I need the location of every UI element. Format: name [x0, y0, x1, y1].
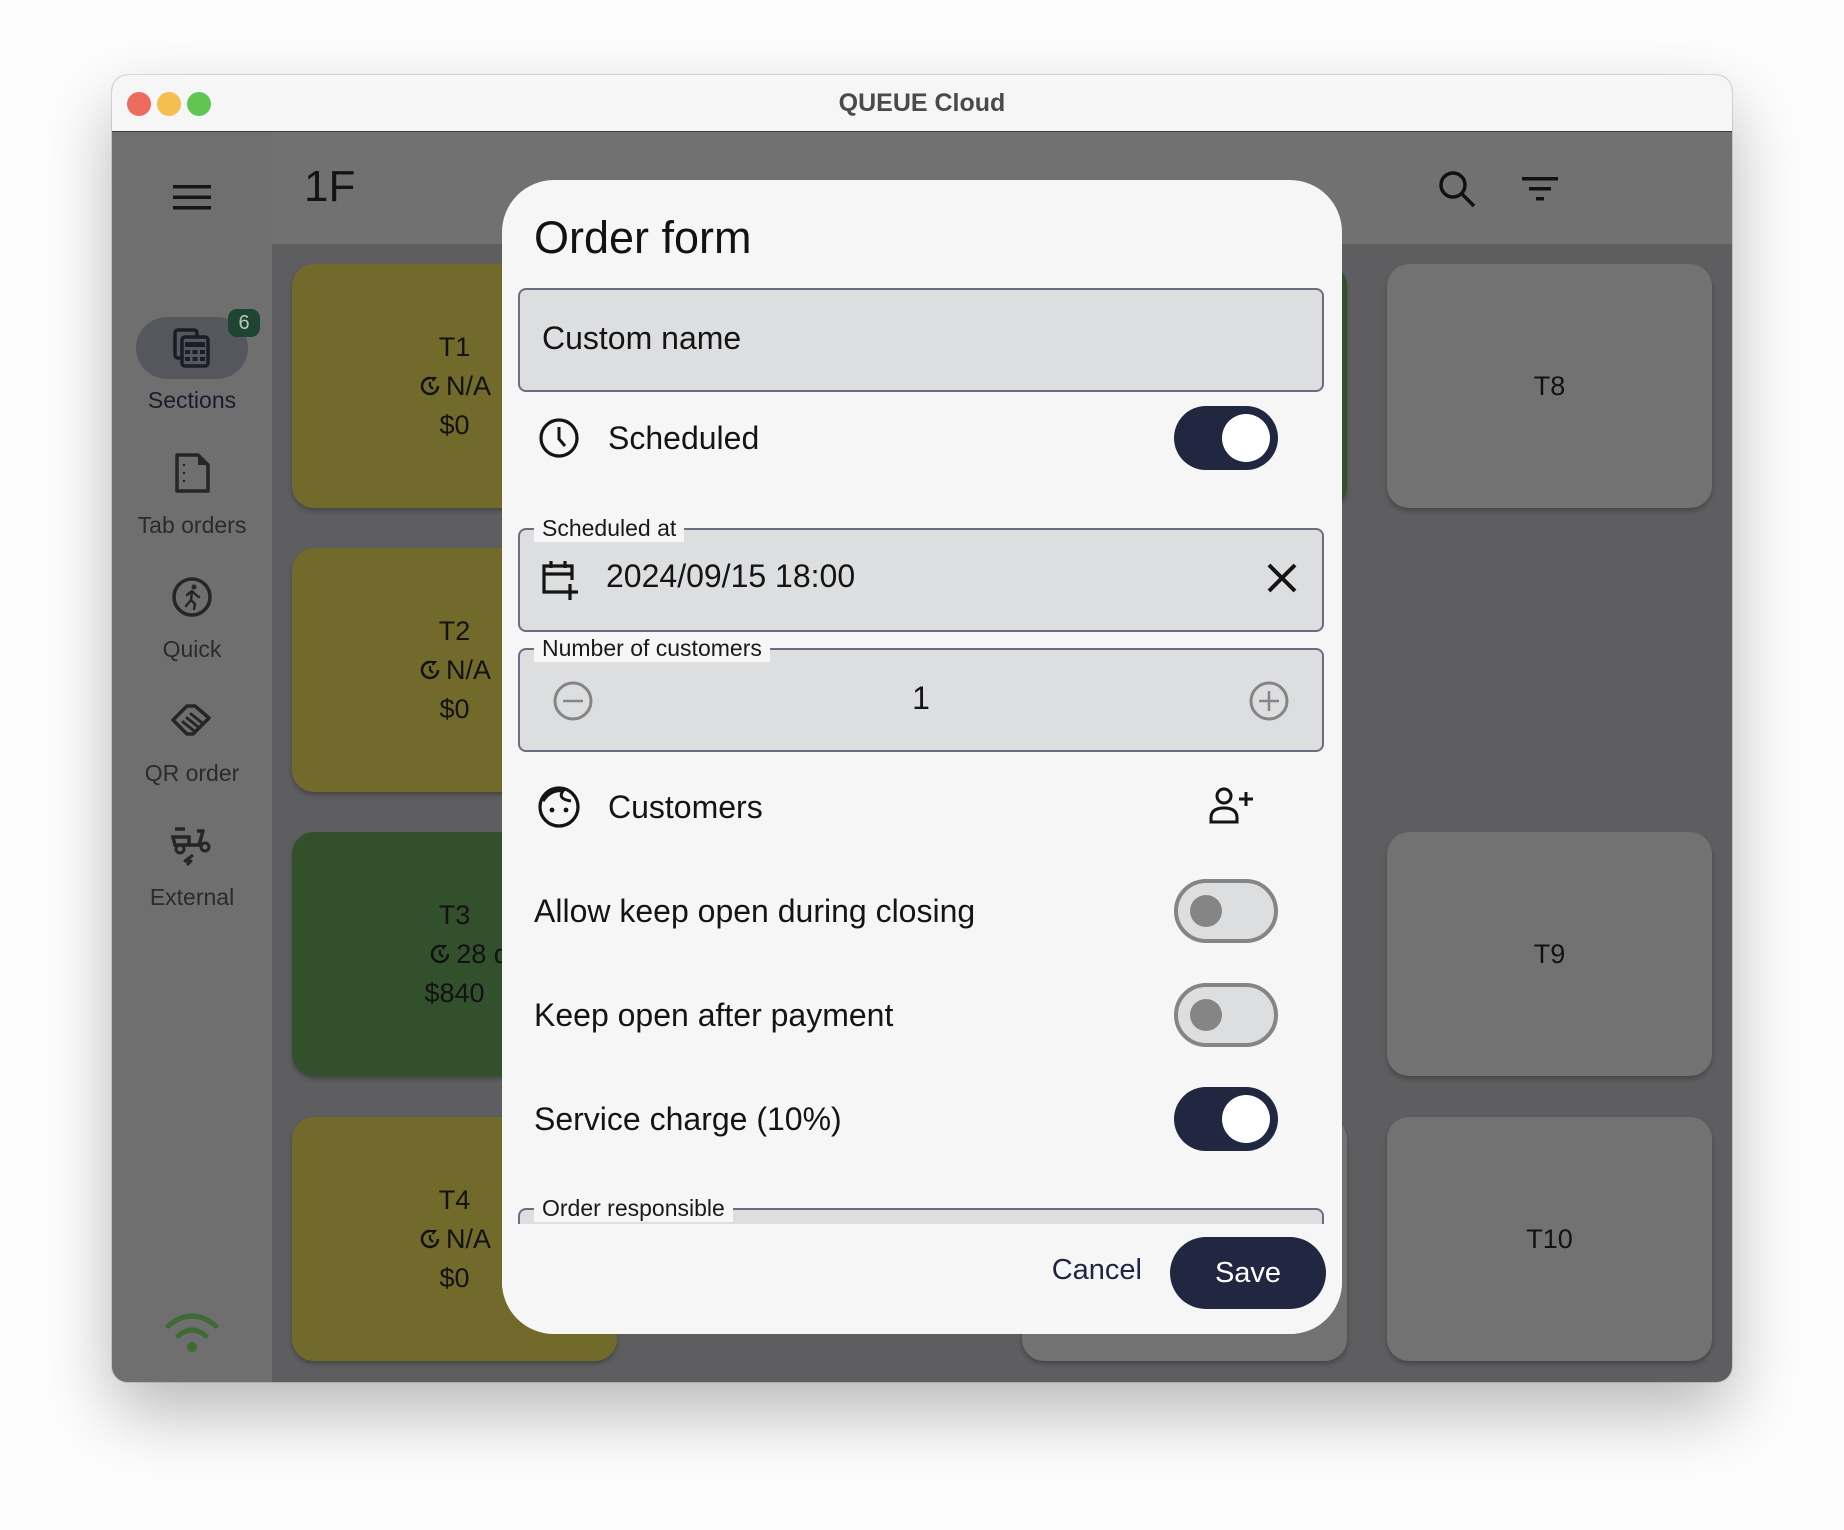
sidebar-item-external[interactable]: External: [112, 814, 272, 924]
table-name: T10: [1526, 1223, 1573, 1254]
custom-name-placeholder: Custom name: [542, 320, 742, 356]
scheduled-row: Scheduled: [534, 403, 1278, 473]
toggle-knob: [1190, 999, 1222, 1031]
receipt-icon: [175, 453, 210, 493]
clear-scheduled-button[interactable]: [1266, 562, 1298, 594]
sidebar-item-label: Tab orders: [137, 512, 247, 538]
scheduled-at-label: Scheduled at: [534, 514, 685, 542]
app-window: QUEUE Cloud 6 Sections Tab orders Quick …: [112, 75, 1732, 1382]
close-icon: [1267, 563, 1297, 593]
timer-icon: [420, 1229, 440, 1249]
sidebar-item-pill: [136, 566, 248, 628]
plus-circle-icon: [1249, 681, 1289, 721]
toggle-knob: [1222, 1095, 1270, 1143]
sidebar-item-pill: [136, 690, 248, 752]
service-charge-row: Service charge (10%): [534, 1084, 1278, 1154]
running-person-icon: [172, 577, 212, 617]
clock-icon: [539, 418, 579, 458]
calculator-stack-icon: [173, 328, 210, 368]
dialog-footer: Cancel Save: [502, 1224, 1342, 1334]
scheduled-at-value: 2024/09/15 18:00: [606, 558, 856, 594]
service-charge-label: Service charge (10%): [534, 1100, 842, 1137]
timer-icon: [420, 376, 440, 396]
table-name: T2: [438, 615, 471, 646]
table-amount: $840: [424, 977, 485, 1008]
scheduled-toggle[interactable]: [1174, 406, 1278, 470]
sidebar-item-label: Quick: [162, 636, 222, 662]
delivery-scooter-icon: [170, 827, 211, 867]
person-add-icon: [1209, 787, 1253, 824]
table-name: T8: [1533, 370, 1566, 401]
add-customer-button[interactable]: [1208, 786, 1254, 826]
cancel-button[interactable]: Cancel: [1052, 1254, 1142, 1287]
scheduled-label: Scheduled: [608, 419, 760, 456]
sidebar-item-label: External: [149, 884, 235, 910]
allow-keep-open-label: Allow keep open during closing: [534, 892, 976, 929]
customers-count-value[interactable]: 1: [520, 680, 1322, 717]
sidebar-item-pill: [136, 442, 248, 504]
sidebar-item-pill: 6: [136, 309, 260, 379]
filter-icon: [1522, 177, 1558, 201]
table-card[interactable]: T8: [1387, 264, 1712, 508]
sidebar-item-pill: [136, 814, 248, 876]
table-card[interactable]: T9: [1387, 832, 1712, 1076]
dialog-title: Order form: [534, 212, 752, 263]
table-name: T3: [438, 899, 471, 930]
increment-button[interactable]: [1248, 680, 1290, 722]
custom-name-input[interactable]: Custom name: [518, 288, 1324, 392]
sections-badge: 6: [228, 309, 260, 337]
face-icon: [538, 786, 580, 828]
customers-label: Customers: [608, 788, 763, 825]
hamburger-menu-icon: [173, 185, 211, 210]
calendar-add-icon: [542, 561, 578, 600]
keep-open-after-payment-label: Keep open after payment: [534, 996, 894, 1033]
keep-open-after-payment-row: Keep open after payment: [534, 980, 1278, 1050]
search-button[interactable]: [1432, 164, 1482, 214]
customers-count-label: Number of customers: [534, 634, 770, 662]
sidebar-item-quick[interactable]: Quick: [112, 566, 272, 676]
table-name: T9: [1533, 938, 1566, 969]
sidebar-item-qr-order[interactable]: QR order: [112, 690, 272, 800]
table-name: T4: [438, 1184, 471, 1215]
toggle-knob: [1222, 414, 1270, 462]
allow-keep-open-toggle[interactable]: [1174, 879, 1278, 943]
sidebar-item-tab-orders[interactable]: Tab orders: [112, 442, 272, 552]
table-amount: $0: [439, 693, 470, 724]
table-card[interactable]: T10: [1387, 1117, 1712, 1361]
table-time: N/A: [445, 370, 491, 401]
calendar-button[interactable]: [540, 558, 580, 602]
table-amount: $0: [439, 1262, 470, 1293]
sidebar-item-label: Sections: [147, 387, 237, 413]
window-title: QUEUE Cloud: [838, 89, 1006, 117]
allow-keep-open-row: Allow keep open during closing: [534, 876, 1278, 946]
save-button[interactable]: Save: [1170, 1237, 1326, 1309]
sidebar-item-label: QR order: [144, 760, 240, 786]
filter-button[interactable]: [1515, 164, 1565, 214]
timer-icon: [420, 660, 440, 680]
search-icon: [1439, 171, 1476, 208]
table-name: T1: [438, 331, 471, 362]
keep-open-after-payment-toggle[interactable]: [1174, 983, 1278, 1047]
sidebar-item-sections[interactable]: 6 Sections: [112, 309, 272, 427]
title-bar: QUEUE Cloud: [112, 75, 1732, 132]
toggle-knob: [1190, 895, 1222, 927]
table-time: N/A: [445, 654, 491, 685]
table-amount: $0: [439, 409, 470, 440]
wifi-icon: [165, 1313, 219, 1352]
handshake-icon: [171, 704, 211, 736]
timer-icon: [430, 944, 450, 964]
sidebar: 6 Sections Tab orders Quick QR order Ext…: [112, 132, 272, 1382]
floor-title: 1F: [304, 162, 356, 211]
customers-row: Customers: [534, 772, 1278, 842]
order-responsible-label: Order responsible: [534, 1194, 733, 1222]
connection-status: [164, 1312, 220, 1356]
table-time: N/A: [445, 1223, 491, 1254]
scheduled-at-field[interactable]: Scheduled at 2024/09/15 18:00: [518, 514, 1324, 632]
customers-count-stepper: Number of customers 1: [518, 634, 1324, 752]
menu-button[interactable]: [162, 172, 222, 222]
order-form-dialog: Order form Custom name Scheduled Schedul…: [502, 180, 1342, 1334]
service-charge-toggle[interactable]: [1174, 1087, 1278, 1151]
